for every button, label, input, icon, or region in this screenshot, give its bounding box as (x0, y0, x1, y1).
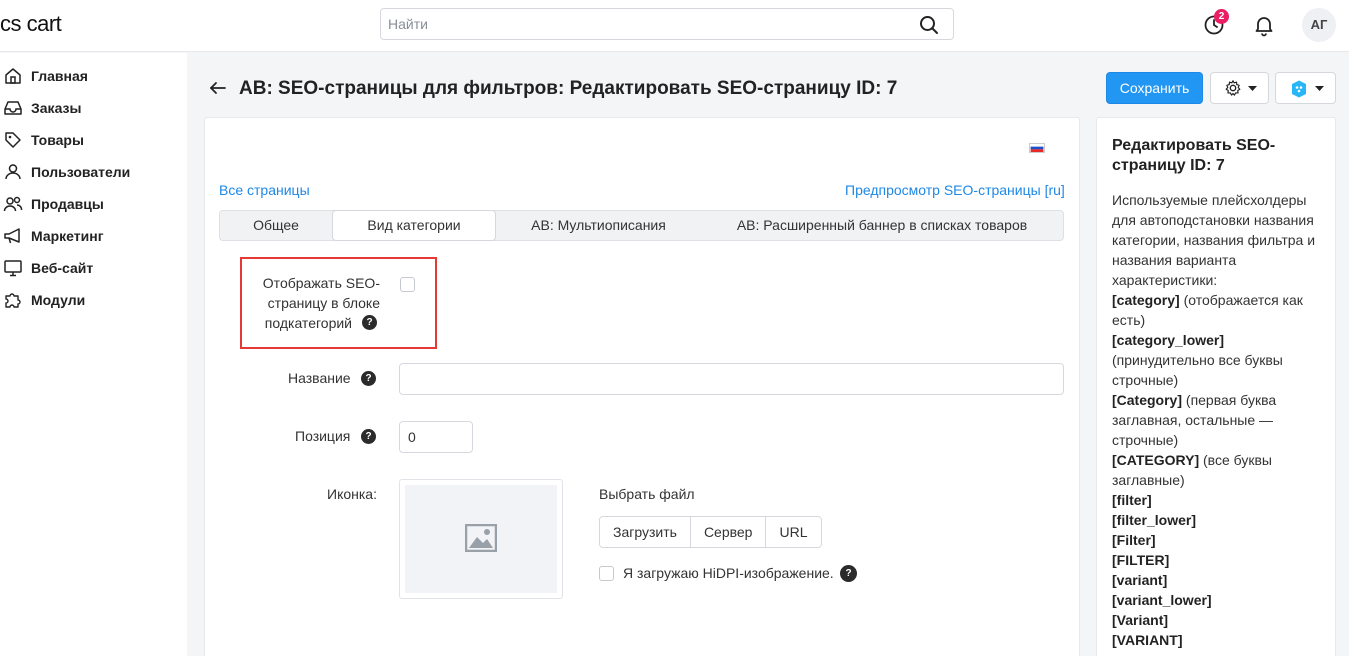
users-icon (3, 196, 23, 212)
caret-down-icon (1248, 86, 1257, 91)
sidebar-item-label: Модули (31, 292, 86, 308)
show-in-subcategories-label: Отображать SEO- страницу в блоке подкате… (262, 275, 380, 331)
notification-badge: 2 (1214, 9, 1229, 24)
sidebar-item-label: Пользователи (31, 164, 131, 180)
sidebar-item-website[interactable]: Веб-сайт (0, 256, 187, 280)
upload-local-button[interactable]: Загрузить (600, 517, 691, 547)
placeholder-key: [Category] (1112, 392, 1183, 408)
gear-icon (1225, 80, 1241, 96)
home-icon (5, 68, 21, 84)
back-arrow-icon[interactable] (208, 78, 228, 98)
show-in-subcategories-checkbox[interactable] (400, 277, 415, 292)
placeholder-key: [variant] (1112, 572, 1168, 588)
placeholder-key: [Filter] (1112, 532, 1156, 548)
sidebar-item-users[interactable]: Пользователи (0, 160, 187, 184)
side-panel-title: Редактировать SEO-страницу ID: 7 (1112, 137, 1276, 174)
tab-multi-descriptions[interactable]: AB: Мультиописания (496, 211, 701, 240)
storefront-icon (1292, 80, 1306, 98)
help-icon[interactable]: ? (840, 565, 857, 582)
placeholder-key: [CATEGORY] (1112, 452, 1200, 468)
user-icon (5, 164, 21, 180)
help-icon[interactable]: ? (362, 315, 377, 330)
sidebar-item-vendors[interactable]: Продавцы (0, 192, 187, 216)
sidebar-item-label: Заказы (31, 100, 82, 116)
placeholder-key: [VARIANT] (1112, 632, 1183, 648)
settings-dropdown-button[interactable] (1210, 72, 1269, 104)
sidebar-item-addons[interactable]: Модули (0, 288, 187, 312)
logo[interactable]: cs cart (0, 11, 62, 37)
placeholder-key: [filter_lower] (1112, 512, 1197, 528)
all-pages-link[interactable]: Все страницы (219, 182, 310, 198)
placeholder-key: [filter] (1112, 492, 1152, 508)
placeholder-key: [category_lower] (1112, 332, 1225, 348)
upload-server-button[interactable]: Сервер (690, 517, 767, 547)
hidpi-checkbox[interactable] (599, 566, 614, 581)
placeholder-item: [filter_lower] (1112, 510, 1322, 530)
position-input[interactable] (399, 421, 473, 453)
store-dropdown-button[interactable] (1275, 72, 1336, 104)
placeholder-item: [filter] (1112, 490, 1322, 510)
image-preview (399, 479, 563, 599)
placeholder-item: [category_lower] (принудительно все букв… (1112, 330, 1322, 390)
placeholder-key: [Variant] (1112, 612, 1169, 628)
icon-label: Иконка: (327, 486, 377, 502)
sidebar-item-label: Маркетинг (31, 228, 104, 244)
tag-icon (5, 132, 21, 148)
placeholder-item: [VARIANT] (1112, 630, 1322, 650)
top-bar: cs cart 2 АГ (0, 0, 1349, 52)
sidebar-item-products[interactable]: Товары (0, 128, 187, 152)
monitor-icon (4, 260, 22, 277)
save-button[interactable]: Сохранить (1106, 72, 1203, 104)
side-panel-text: Используемые плейсхолдеры для автоподста… (1112, 190, 1322, 650)
placeholder-item: [Category] (первая буква заглавная, оста… (1112, 390, 1322, 450)
image-placeholder-icon (465, 524, 497, 552)
puzzle-icon (5, 293, 21, 308)
placeholder-key: [variant_lower] (1112, 592, 1212, 608)
side-panel-intro: Используемые плейсхолдеры для автоподста… (1112, 192, 1316, 288)
search-box[interactable] (380, 8, 954, 40)
sidebar: Главная Заказы Товары Пользователи Прода… (0, 53, 187, 656)
caret-down-icon (1315, 86, 1324, 91)
placeholder-item: [Filter] (1112, 530, 1322, 550)
sidebar-item-marketing[interactable]: Маркетинг (0, 224, 187, 248)
sidebar-item-orders[interactable]: Заказы (0, 96, 187, 120)
inbox-icon (4, 101, 22, 115)
sidebar-item-home[interactable]: Главная (0, 64, 187, 88)
hidpi-label: Я загружаю HiDPI-изображение. (623, 565, 834, 581)
choose-file-label: Выбрать файл (599, 486, 695, 502)
placeholder-item: [FILTER] (1112, 550, 1322, 570)
search-icon[interactable] (919, 15, 939, 35)
name-input[interactable] (399, 363, 1064, 395)
name-label: Название (288, 370, 351, 386)
avatar[interactable]: АГ (1302, 8, 1336, 42)
tab-category-view[interactable]: Вид категории (332, 210, 496, 241)
help-icon[interactable]: ? (361, 429, 376, 444)
placeholder-item: [CATEGORY] (все буквы заглавные) (1112, 450, 1322, 490)
tab-bar: Общее Вид категории AB: Мультиописания A… (219, 210, 1064, 241)
sidebar-item-label: Продавцы (31, 196, 104, 212)
megaphone-icon (4, 228, 20, 244)
tab-extended-banner[interactable]: AB: Расширенный баннер в списках товаров (701, 211, 1063, 240)
placeholder-item: [variant] (1112, 570, 1322, 590)
bell-icon[interactable] (1252, 13, 1276, 37)
sidebar-item-label: Главная (31, 68, 88, 84)
placeholder-key: [category] (1112, 292, 1180, 308)
placeholder-item: [variant_lower] (1112, 590, 1322, 610)
placeholder-item: [category] (отображается как есть) (1112, 290, 1322, 330)
tab-general[interactable]: Общее (220, 211, 332, 240)
sidebar-item-label: Веб-сайт (31, 260, 94, 276)
position-label: Позиция (295, 428, 351, 444)
russian-flag-icon[interactable] (1029, 143, 1045, 153)
page-title: AB: SEO-страницы для фильтров: Редактиро… (239, 78, 898, 99)
search-input[interactable] (381, 9, 901, 39)
placeholder-item: [Variant] (1112, 610, 1322, 630)
help-icon[interactable]: ? (361, 371, 376, 386)
upload-button-group: Загрузить Сервер URL (599, 516, 822, 548)
preview-link[interactable]: Предпросмотр SEO-страницы [ru] (845, 182, 1065, 198)
placeholder-key: [FILTER] (1112, 552, 1170, 568)
upload-url-button[interactable]: URL (766, 517, 821, 547)
sidebar-item-label: Товары (31, 132, 84, 148)
placeholder-list: [category] (отображается как есть) [categ… (1112, 290, 1322, 650)
placeholder-desc: (принудительно все буквы строчные) (1112, 352, 1283, 388)
